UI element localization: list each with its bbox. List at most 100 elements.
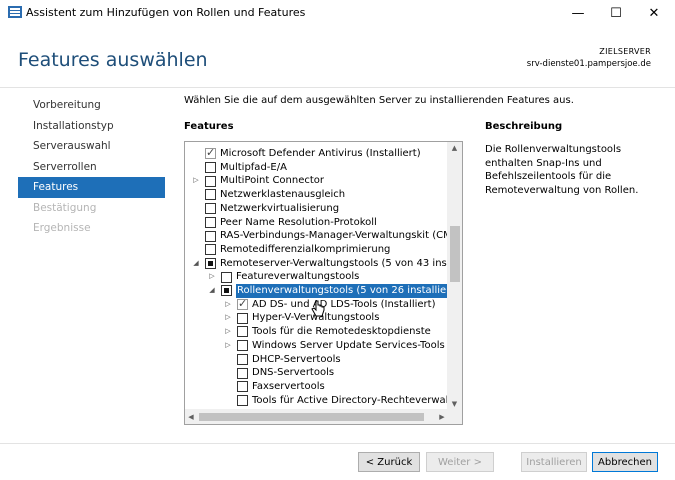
feature-checkbox[interactable] [221,285,232,297]
feature-row[interactable]: ▷ Tools für die Remotedesktopdienste [223,325,431,339]
scrollbar-corner [447,409,462,424]
vertical-scroll-thumb[interactable] [450,226,460,282]
feature-label: Tools für Active Directory-Rechteverwalt… [252,394,463,406]
feature-row[interactable]: DHCP-Servertools [223,353,341,367]
feature-label: MultiPoint Connector [220,175,325,187]
nav-step-serverauswahl[interactable]: Serverauswahl [18,136,165,157]
feature-label: Windows Server Update Services-Tools [252,339,445,351]
feature-label: Featureverwaltungstools [236,271,360,283]
server-manager-icon [8,6,22,18]
feature-checkbox[interactable] [237,367,248,379]
feature-checkbox[interactable] [221,271,232,283]
feature-label: AD DS- und AD LDS-Tools (Installiert) [252,298,436,310]
expand-toggle-icon[interactable]: ▷ [223,300,233,310]
wizard-header: Features auswählen ZIELSERVER srv-dienst… [0,26,675,88]
feature-row[interactable]: ▷ AD DS- und AD LDS-Tools (Installiert) [223,297,436,312]
footer-divider [0,443,675,444]
expand-toggle-icon[interactable]: ◢ [207,286,217,296]
expand-toggle-icon[interactable]: ▷ [223,341,233,351]
back-button[interactable]: < Zurück [358,452,420,472]
description-text: Die Rollenverwaltungstools enthalten Sna… [485,144,639,196]
nav-step-vorbereitung[interactable]: Vorbereitung [18,95,165,116]
cancel-button[interactable]: Abbrechen [592,452,658,472]
feature-row[interactable]: Tools für Active Directory-Rechteverwalt… [223,394,463,408]
next-button[interactable]: Weiter > [426,452,494,472]
feature-checkbox[interactable] [237,340,248,352]
hand-cursor-icon [311,300,325,317]
horizontal-scrollbar[interactable]: ◀ ▶ [185,409,448,424]
nav-step-features[interactable]: Features [18,177,165,198]
feature-row[interactable]: DNS-Servertools [223,366,334,380]
scroll-left-icon[interactable]: ◀ [185,409,197,424]
feature-label: Multipfad-E/A [220,161,287,173]
window-title: Assistent zum Hinzufügen von Rollen und … [26,6,306,19]
feature-row[interactable]: Netzwerklastenausgleich [191,188,345,202]
intro-text: Wählen Sie die auf dem ausgewählten Serv… [184,95,574,106]
feature-checkbox[interactable] [237,353,248,365]
horizontal-scroll-thumb[interactable] [199,413,424,421]
target-server-label: ZIELSERVER [599,47,651,56]
feature-row[interactable]: RAS-Verbindungs-Manager-Verwaltungskit (… [191,229,463,243]
nav-step-installationstyp[interactable]: Installationstyp [18,116,165,137]
feature-label: Peer Name Resolution-Protokoll [220,216,377,228]
feature-checkbox[interactable] [205,175,216,187]
expand-toggle-icon[interactable]: ◢ [191,258,201,268]
feature-row[interactable]: Remotedifferenzialkomprimierung [191,243,390,257]
close-button[interactable]: ✕ [632,0,675,26]
nav-step-bestaetigung: Bestätigung [33,201,97,214]
feature-checkbox[interactable] [205,162,216,174]
feature-checkbox[interactable] [237,394,248,406]
feature-row[interactable]: ▷ Featureverwaltungstools [207,270,359,284]
feature-label: Rollenverwaltungstools (5 von 26 install… [236,284,460,298]
feature-row[interactable]: Peer Name Resolution-Protokoll [191,216,377,230]
description-header: Beschreibung [485,121,563,132]
feature-row[interactable]: Multipfad-E/A [191,161,287,175]
feature-checkbox[interactable] [205,216,216,228]
features-tree[interactable]: Microsoft Defender Antivirus (Installier… [184,141,463,425]
feature-row[interactable]: Microsoft Defender Antivirus (Installier… [191,146,421,161]
feature-label: DNS-Servertools [252,367,335,379]
title-bar: Assistent zum Hinzufügen von Rollen und … [0,0,675,26]
feature-checkbox[interactable] [205,257,216,269]
feature-row[interactable]: ◢ Remoteserver-Verwaltungstools (5 von 43… [191,257,462,271]
feature-checkbox[interactable] [205,230,216,242]
feature-row[interactable]: Faxservertools [223,380,325,394]
expand-toggle-icon[interactable]: ▷ [207,272,217,282]
feature-row[interactable]: ▷ Windows Server Update Services-Tools [223,339,445,353]
expand-toggle-icon[interactable]: ▷ [223,313,233,323]
vertical-scrollbar[interactable]: ▲ ▼ [447,142,462,410]
target-server-name: srv-dienste01.pampersjoe.de [526,59,651,69]
feature-label: DHCP-Servertools [252,353,341,365]
feature-label: RAS-Verbindungs-Manager-Verwaltungskit (… [220,230,463,242]
features-header: Features [184,121,234,132]
feature-checkbox[interactable] [237,326,248,338]
nav-step-ergebnisse: Ergebnisse [33,222,91,234]
nav-step-serverrollen[interactable]: Serverrollen [18,157,165,178]
feature-row[interactable]: ▷ MultiPoint Connector [191,174,324,188]
page-title: Features auswählen [18,49,208,71]
feature-checkbox[interactable] [237,297,248,311]
feature-label: Netzwerklastenausgleich [220,189,346,201]
feature-label: Microsoft Defender Antivirus (Installier… [220,148,421,159]
feature-row[interactable]: ▷ Hyper-V-Verwaltungstools [223,311,379,325]
expand-toggle-icon[interactable]: ▷ [191,176,201,186]
expand-toggle-icon[interactable]: ▷ [223,327,233,337]
feature-checkbox[interactable] [205,244,216,256]
scroll-up-icon[interactable]: ▲ [447,142,462,154]
feature-checkbox[interactable] [237,381,248,393]
feature-checkbox[interactable] [237,312,248,324]
feature-row[interactable]: ◢ Rollenverwaltungstools (5 von 26 instal… [207,284,460,298]
feature-checkbox[interactable] [205,146,216,160]
feature-checkbox[interactable] [205,203,216,215]
feature-checkbox[interactable] [205,189,216,201]
install-button[interactable]: Installieren [521,452,587,472]
feature-row[interactable]: Netzwerkvirtualisierung [191,202,339,216]
